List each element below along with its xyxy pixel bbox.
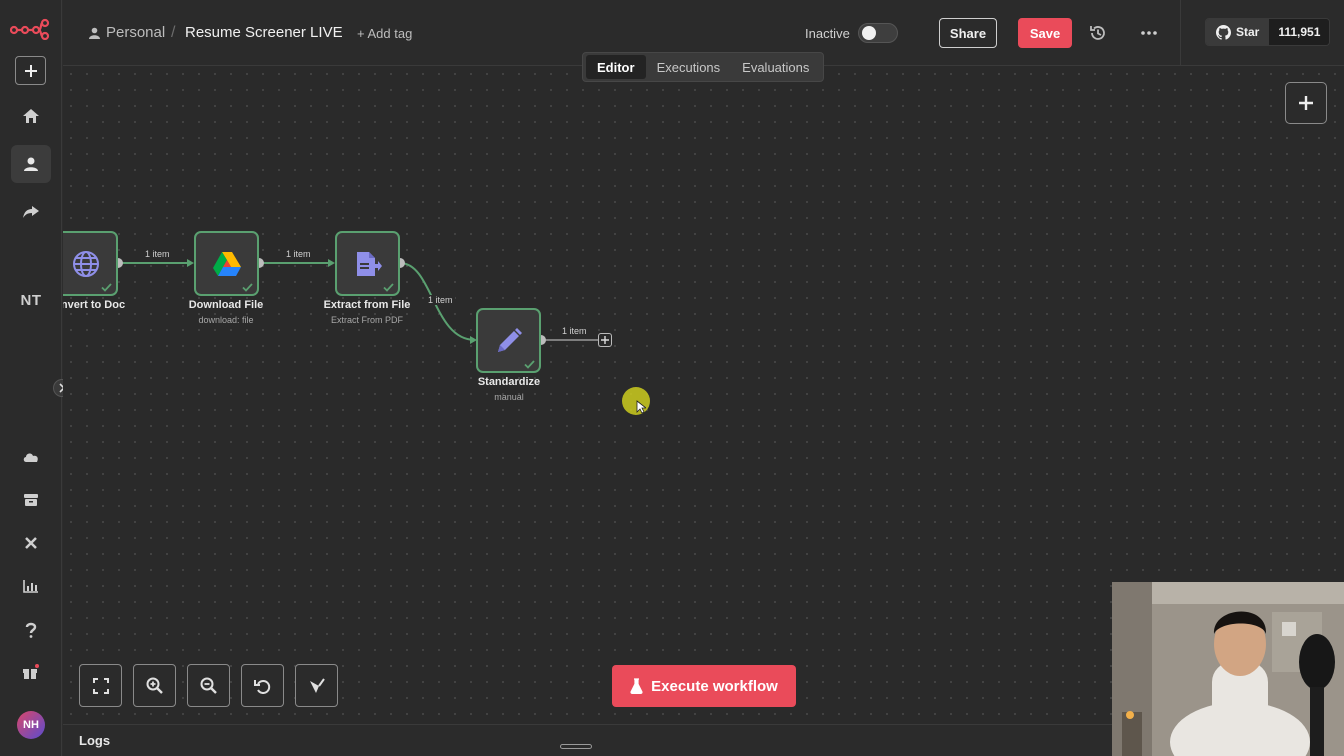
node-label: Download File bbox=[188, 299, 264, 311]
check-icon bbox=[524, 360, 535, 369]
sidebar-item-whats-new[interactable] bbox=[11, 653, 51, 691]
sidebar-project-nt[interactable]: NT bbox=[11, 292, 51, 314]
connection-item-count: 1 item bbox=[426, 295, 455, 305]
history-icon[interactable] bbox=[1088, 23, 1108, 43]
plus-icon bbox=[24, 64, 37, 77]
tab-executions[interactable]: Executions bbox=[646, 55, 732, 79]
plus-icon bbox=[601, 336, 609, 344]
active-toggle[interactable] bbox=[858, 23, 898, 43]
zoom-out-button[interactable] bbox=[187, 664, 230, 707]
node-subtitle: Extract From PDF bbox=[330, 315, 403, 325]
node-label: nvert to Doc bbox=[63, 299, 126, 311]
zoom-in-icon bbox=[146, 677, 163, 694]
home-icon bbox=[23, 109, 39, 123]
user-icon bbox=[24, 157, 38, 171]
google-drive-icon bbox=[212, 252, 241, 276]
sidebar: NT NH bbox=[0, 0, 71, 756]
presenter-video-image bbox=[1112, 582, 1344, 756]
flask-icon bbox=[630, 678, 643, 694]
add-tag-button[interactable]: + Add tag bbox=[357, 26, 412, 41]
github-icon bbox=[1216, 24, 1231, 40]
zoom-in-button[interactable] bbox=[133, 664, 176, 707]
connection-item-count: 1 item bbox=[143, 249, 172, 259]
sidebar-item-insights[interactable] bbox=[11, 567, 51, 605]
n8n-logo-icon[interactable] bbox=[10, 18, 50, 40]
gift-icon bbox=[23, 664, 39, 679]
sidebar-item-overview[interactable] bbox=[11, 97, 51, 135]
view-tabs: Editor Executions Evaluations bbox=[582, 52, 824, 82]
logs-label: Logs bbox=[79, 733, 111, 748]
fullscreen-icon bbox=[92, 677, 109, 694]
check-icon bbox=[383, 283, 394, 292]
node-label: Standardize bbox=[477, 376, 541, 388]
avatar[interactable]: NH bbox=[17, 711, 45, 739]
execute-workflow-label: Execute workflow bbox=[651, 677, 778, 695]
box-icon bbox=[24, 494, 38, 506]
node-label: Extract from File bbox=[323, 299, 411, 311]
check-icon bbox=[101, 283, 112, 292]
tab-evaluations[interactable]: Evaluations bbox=[731, 55, 820, 79]
sidebar-item-cloud[interactable] bbox=[11, 438, 51, 476]
question-icon bbox=[25, 622, 37, 638]
mouse-pointer-icon bbox=[636, 400, 646, 414]
reset-zoom-button[interactable] bbox=[241, 664, 284, 707]
file-extract-icon bbox=[356, 251, 382, 276]
broom-icon bbox=[309, 677, 325, 693]
node-subtitle: manual bbox=[494, 392, 524, 402]
sidebar-item-help[interactable] bbox=[11, 611, 51, 649]
webcam-overlay bbox=[1112, 582, 1344, 756]
zoom-out-icon bbox=[200, 677, 217, 694]
tab-editor[interactable]: Editor bbox=[586, 55, 646, 79]
pencil-icon bbox=[497, 327, 522, 352]
github-star-count: 111,951 bbox=[1269, 19, 1330, 45]
breadcrumb-separator: / bbox=[171, 24, 176, 41]
sidebar-item-personal[interactable] bbox=[11, 145, 51, 183]
user-icon bbox=[89, 27, 100, 39]
connection-arrow-0 bbox=[187, 259, 194, 267]
check-icon bbox=[242, 283, 253, 292]
logs-resize-handle[interactable] bbox=[560, 744, 592, 749]
breadcrumb-project[interactable]: Personal bbox=[89, 24, 165, 41]
more-options-button[interactable] bbox=[1138, 24, 1160, 42]
workflow-node-extract-from-file[interactable] bbox=[335, 231, 400, 296]
variables-icon bbox=[25, 537, 37, 549]
sidebar-item-variables[interactable] bbox=[11, 524, 51, 562]
globe-icon bbox=[72, 250, 99, 277]
create-button[interactable] bbox=[15, 56, 46, 85]
breadcrumb-project-label: Personal bbox=[106, 24, 166, 41]
connection-item-count: 1 item bbox=[560, 326, 589, 336]
github-star-label: Star bbox=[1236, 25, 1260, 39]
cloud-icon bbox=[23, 453, 38, 462]
connection-arrow-1 bbox=[328, 259, 335, 267]
save-button[interactable]: Save bbox=[1018, 18, 1072, 48]
sidebar-item-shared[interactable] bbox=[11, 193, 51, 231]
node-subtitle: download: file bbox=[198, 315, 254, 325]
workflow-node-convert-to-doc[interactable] bbox=[63, 231, 118, 296]
share-button[interactable]: Share bbox=[939, 18, 997, 48]
workflow-node-standardize[interactable] bbox=[476, 308, 541, 373]
plus-icon bbox=[1299, 96, 1313, 110]
github-star-button[interactable]: Star 111,951 bbox=[1205, 18, 1331, 46]
ellipsis-icon bbox=[1141, 31, 1157, 35]
github-star: Star bbox=[1206, 19, 1270, 45]
sidebar-item-templates[interactable] bbox=[11, 481, 51, 519]
execute-workflow-button[interactable]: Execute workflow bbox=[612, 665, 796, 707]
add-next-node-button[interactable] bbox=[598, 333, 612, 347]
open-nodes-panel-button[interactable] bbox=[1285, 82, 1327, 124]
tidy-up-button[interactable] bbox=[295, 664, 338, 707]
connection-item-count: 1 item bbox=[284, 249, 313, 259]
zoom-to-fit-button[interactable] bbox=[79, 664, 122, 707]
bar-chart-icon bbox=[23, 580, 38, 593]
header-divider bbox=[1180, 0, 1181, 66]
workflow-title[interactable]: Resume Screener LIVE bbox=[185, 24, 343, 41]
share-arrow-icon bbox=[23, 206, 39, 218]
status-label: Inactive bbox=[805, 26, 850, 41]
workflow-node-download-file[interactable] bbox=[194, 231, 259, 296]
undo-icon bbox=[254, 679, 271, 694]
app-root: NT NH Personal / Resume Screener LIVE + … bbox=[0, 0, 1344, 756]
